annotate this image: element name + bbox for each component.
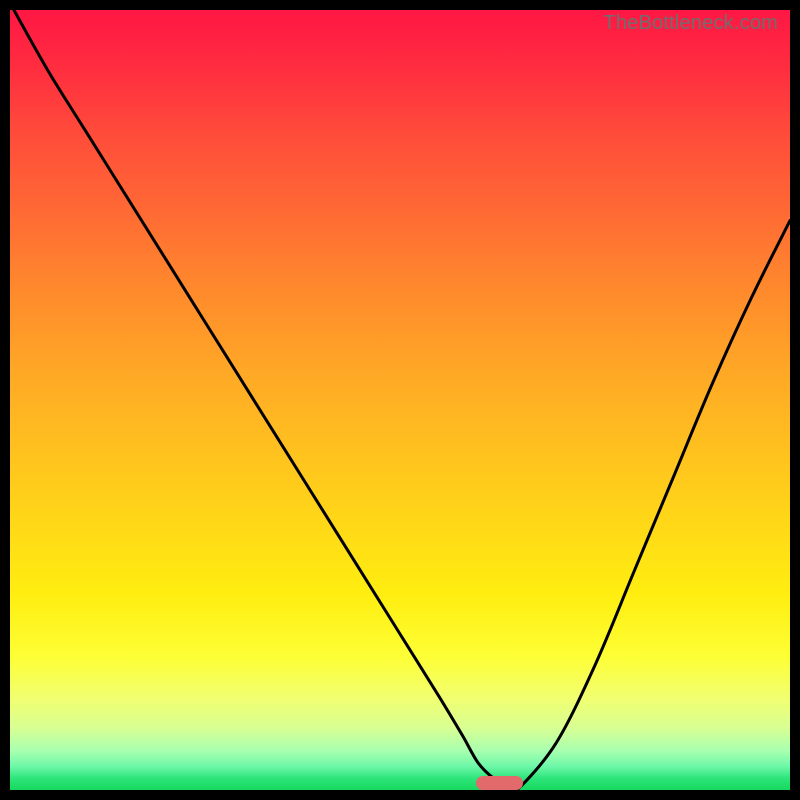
- bottleneck-curve: [10, 10, 790, 790]
- watermark-text: TheBottleneck.com: [603, 12, 778, 35]
- chart-container: TheBottleneck.com: [0, 0, 800, 800]
- optimum-marker: [476, 776, 523, 790]
- plot-area: TheBottleneck.com: [10, 10, 790, 790]
